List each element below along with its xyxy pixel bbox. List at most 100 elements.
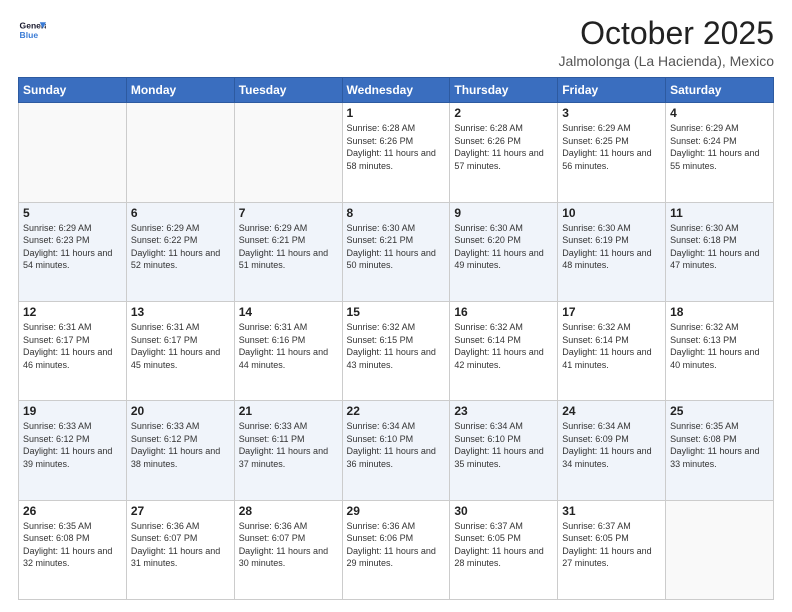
- table-row: 19Sunrise: 6:33 AMSunset: 6:12 PMDayligh…: [19, 401, 127, 500]
- table-row: 28 Sunrise: 6:36 AMSunset: 6:07 PMDayligh…: [234, 500, 342, 599]
- day-number: 15: [347, 305, 446, 319]
- day-number: 16: [454, 305, 553, 319]
- col-thursday: Thursday: [450, 78, 558, 103]
- day-number: 11: [670, 206, 769, 220]
- page: General Blue October 2025 Jalmolonga (La…: [0, 0, 792, 612]
- table-row: 24Sunrise: 6:34 AMSunset: 6:09 PMDayligh…: [558, 401, 666, 500]
- table-row: 27 Sunrise: 6:36 AMSunset: 6:07 PMDayligh…: [126, 500, 234, 599]
- day-info: Sunrise: 6:32 AMSunset: 6:14 PMDaylight:…: [454, 321, 553, 371]
- day-info: Sunrise: 6:29 AMSunset: 6:25 PMDaylight:…: [562, 122, 661, 172]
- day-number: 28: [239, 504, 338, 518]
- table-row: 29Sunrise: 6:36 AMSunset: 6:06 PMDayligh…: [342, 500, 450, 599]
- day-info: Sunrise: 6:28 AMSunset: 6:26 PMDaylight:…: [347, 122, 446, 172]
- day-info: Sunrise: 6:32 AMSunset: 6:15 PMDaylight:…: [347, 321, 446, 371]
- day-number: 22: [347, 404, 446, 418]
- day-number: 17: [562, 305, 661, 319]
- table-row: 8Sunrise: 6:30 AMSunset: 6:21 PMDaylight…: [342, 202, 450, 301]
- svg-text:Blue: Blue: [20, 30, 39, 40]
- table-row: 2 Sunrise: 6:28 AMSunset: 6:26 PMDaylight…: [450, 103, 558, 202]
- day-info: Sunrise: 6:34 AMSunset: 6:10 PMDaylight:…: [347, 420, 446, 470]
- day-info: Sunrise: 6:35 AMSunset: 6:08 PMDaylight:…: [670, 420, 769, 470]
- col-wednesday: Wednesday: [342, 78, 450, 103]
- day-number: 19: [23, 404, 122, 418]
- day-info: Sunrise: 6:30 AMSunset: 6:18 PMDaylight:…: [670, 222, 769, 272]
- table-row: 11 Sunrise: 6:30 AMSunset: 6:18 PMDayligh…: [666, 202, 774, 301]
- day-number: 27: [131, 504, 230, 518]
- table-row: 17 Sunrise: 6:32 AMSunset: 6:14 PMDayligh…: [558, 301, 666, 400]
- day-number: 18: [670, 305, 769, 319]
- day-info: Sunrise: 6:29 AMSunset: 6:21 PMDaylight:…: [239, 222, 338, 272]
- table-row: 4 Sunrise: 6:29 AMSunset: 6:24 PMDaylight…: [666, 103, 774, 202]
- day-info: Sunrise: 6:36 AMSunset: 6:06 PMDaylight:…: [347, 520, 446, 570]
- logo: General Blue: [18, 16, 46, 44]
- calendar-week-row: 19Sunrise: 6:33 AMSunset: 6:12 PMDayligh…: [19, 401, 774, 500]
- day-info: Sunrise: 6:36 AMSunset: 6:07 PMDaylight:…: [239, 520, 338, 570]
- day-info: Sunrise: 6:29 AMSunset: 6:23 PMDaylight:…: [23, 222, 122, 272]
- day-info: Sunrise: 6:31 AMSunset: 6:16 PMDaylight:…: [239, 321, 338, 371]
- day-number: 25: [670, 404, 769, 418]
- table-row: 5Sunrise: 6:29 AMSunset: 6:23 PMDaylight…: [19, 202, 127, 301]
- day-info: Sunrise: 6:28 AMSunset: 6:26 PMDaylight:…: [454, 122, 553, 172]
- day-number: 12: [23, 305, 122, 319]
- col-saturday: Saturday: [666, 78, 774, 103]
- table-row: 18 Sunrise: 6:32 AMSunset: 6:13 PMDayligh…: [666, 301, 774, 400]
- day-number: 4: [670, 106, 769, 120]
- day-info: Sunrise: 6:33 AMSunset: 6:11 PMDaylight:…: [239, 420, 338, 470]
- day-info: Sunrise: 6:32 AMSunset: 6:14 PMDaylight:…: [562, 321, 661, 371]
- day-info: Sunrise: 6:31 AMSunset: 6:17 PMDaylight:…: [131, 321, 230, 371]
- table-row: 30Sunrise: 6:37 AMSunset: 6:05 PMDayligh…: [450, 500, 558, 599]
- day-number: 7: [239, 206, 338, 220]
- col-tuesday: Tuesday: [234, 78, 342, 103]
- day-number: 13: [131, 305, 230, 319]
- month-title: October 2025: [558, 16, 774, 51]
- day-number: 8: [347, 206, 446, 220]
- logo-icon: General Blue: [18, 16, 46, 44]
- col-friday: Friday: [558, 78, 666, 103]
- col-monday: Monday: [126, 78, 234, 103]
- table-row: 31Sunrise: 6:37 AMSunset: 6:05 PMDayligh…: [558, 500, 666, 599]
- day-number: 14: [239, 305, 338, 319]
- table-row: [126, 103, 234, 202]
- calendar-week-row: 5Sunrise: 6:29 AMSunset: 6:23 PMDaylight…: [19, 202, 774, 301]
- table-row: 1Sunrise: 6:28 AMSunset: 6:26 PMDaylight…: [342, 103, 450, 202]
- table-row: 6 Sunrise: 6:29 AMSunset: 6:22 PMDaylight…: [126, 202, 234, 301]
- day-info: Sunrise: 6:35 AMSunset: 6:08 PMDaylight:…: [23, 520, 122, 570]
- table-row: 23 Sunrise: 6:34 AMSunset: 6:10 PMDayligh…: [450, 401, 558, 500]
- day-number: 21: [239, 404, 338, 418]
- day-info: Sunrise: 6:36 AMSunset: 6:07 PMDaylight:…: [131, 520, 230, 570]
- table-row: 12Sunrise: 6:31 AMSunset: 6:17 PMDayligh…: [19, 301, 127, 400]
- day-info: Sunrise: 6:29 AMSunset: 6:24 PMDaylight:…: [670, 122, 769, 172]
- day-number: 30: [454, 504, 553, 518]
- day-info: Sunrise: 6:34 AMSunset: 6:10 PMDaylight:…: [454, 420, 553, 470]
- table-row: 22 Sunrise: 6:34 AMSunset: 6:10 PMDayligh…: [342, 401, 450, 500]
- table-row: 14 Sunrise: 6:31 AMSunset: 6:16 PMDayligh…: [234, 301, 342, 400]
- col-sunday: Sunday: [19, 78, 127, 103]
- table-row: 9Sunrise: 6:30 AMSunset: 6:20 PMDaylight…: [450, 202, 558, 301]
- day-info: Sunrise: 6:32 AMSunset: 6:13 PMDaylight:…: [670, 321, 769, 371]
- day-number: 10: [562, 206, 661, 220]
- day-number: 2: [454, 106, 553, 120]
- table-row: 15 Sunrise: 6:32 AMSunset: 6:15 PMDayligh…: [342, 301, 450, 400]
- title-block: October 2025 Jalmolonga (La Hacienda), M…: [558, 16, 774, 69]
- table-row: 3Sunrise: 6:29 AMSunset: 6:25 PMDaylight…: [558, 103, 666, 202]
- day-number: 23: [454, 404, 553, 418]
- table-row: [666, 500, 774, 599]
- day-number: 24: [562, 404, 661, 418]
- table-row: 25 Sunrise: 6:35 AMSunset: 6:08 PMDayligh…: [666, 401, 774, 500]
- day-number: 6: [131, 206, 230, 220]
- calendar-week-row: 26 Sunrise: 6:35 AMSunset: 6:08 PMDayligh…: [19, 500, 774, 599]
- table-row: [234, 103, 342, 202]
- table-row: 21 Sunrise: 6:33 AMSunset: 6:11 PMDayligh…: [234, 401, 342, 500]
- table-row: 10 Sunrise: 6:30 AMSunset: 6:19 PMDayligh…: [558, 202, 666, 301]
- day-info: Sunrise: 6:29 AMSunset: 6:22 PMDaylight:…: [131, 222, 230, 272]
- day-number: 31: [562, 504, 661, 518]
- table-row: 7 Sunrise: 6:29 AMSunset: 6:21 PMDaylight…: [234, 202, 342, 301]
- table-row: 26 Sunrise: 6:35 AMSunset: 6:08 PMDayligh…: [19, 500, 127, 599]
- calendar-table: Sunday Monday Tuesday Wednesday Thursday…: [18, 77, 774, 600]
- table-row: 16 Sunrise: 6:32 AMSunset: 6:14 PMDayligh…: [450, 301, 558, 400]
- location-title: Jalmolonga (La Hacienda), Mexico: [558, 53, 774, 69]
- table-row: 13 Sunrise: 6:31 AMSunset: 6:17 PMDayligh…: [126, 301, 234, 400]
- day-info: Sunrise: 6:30 AMSunset: 6:19 PMDaylight:…: [562, 222, 661, 272]
- table-row: 20Sunrise: 6:33 AMSunset: 6:12 PMDayligh…: [126, 401, 234, 500]
- day-number: 26: [23, 504, 122, 518]
